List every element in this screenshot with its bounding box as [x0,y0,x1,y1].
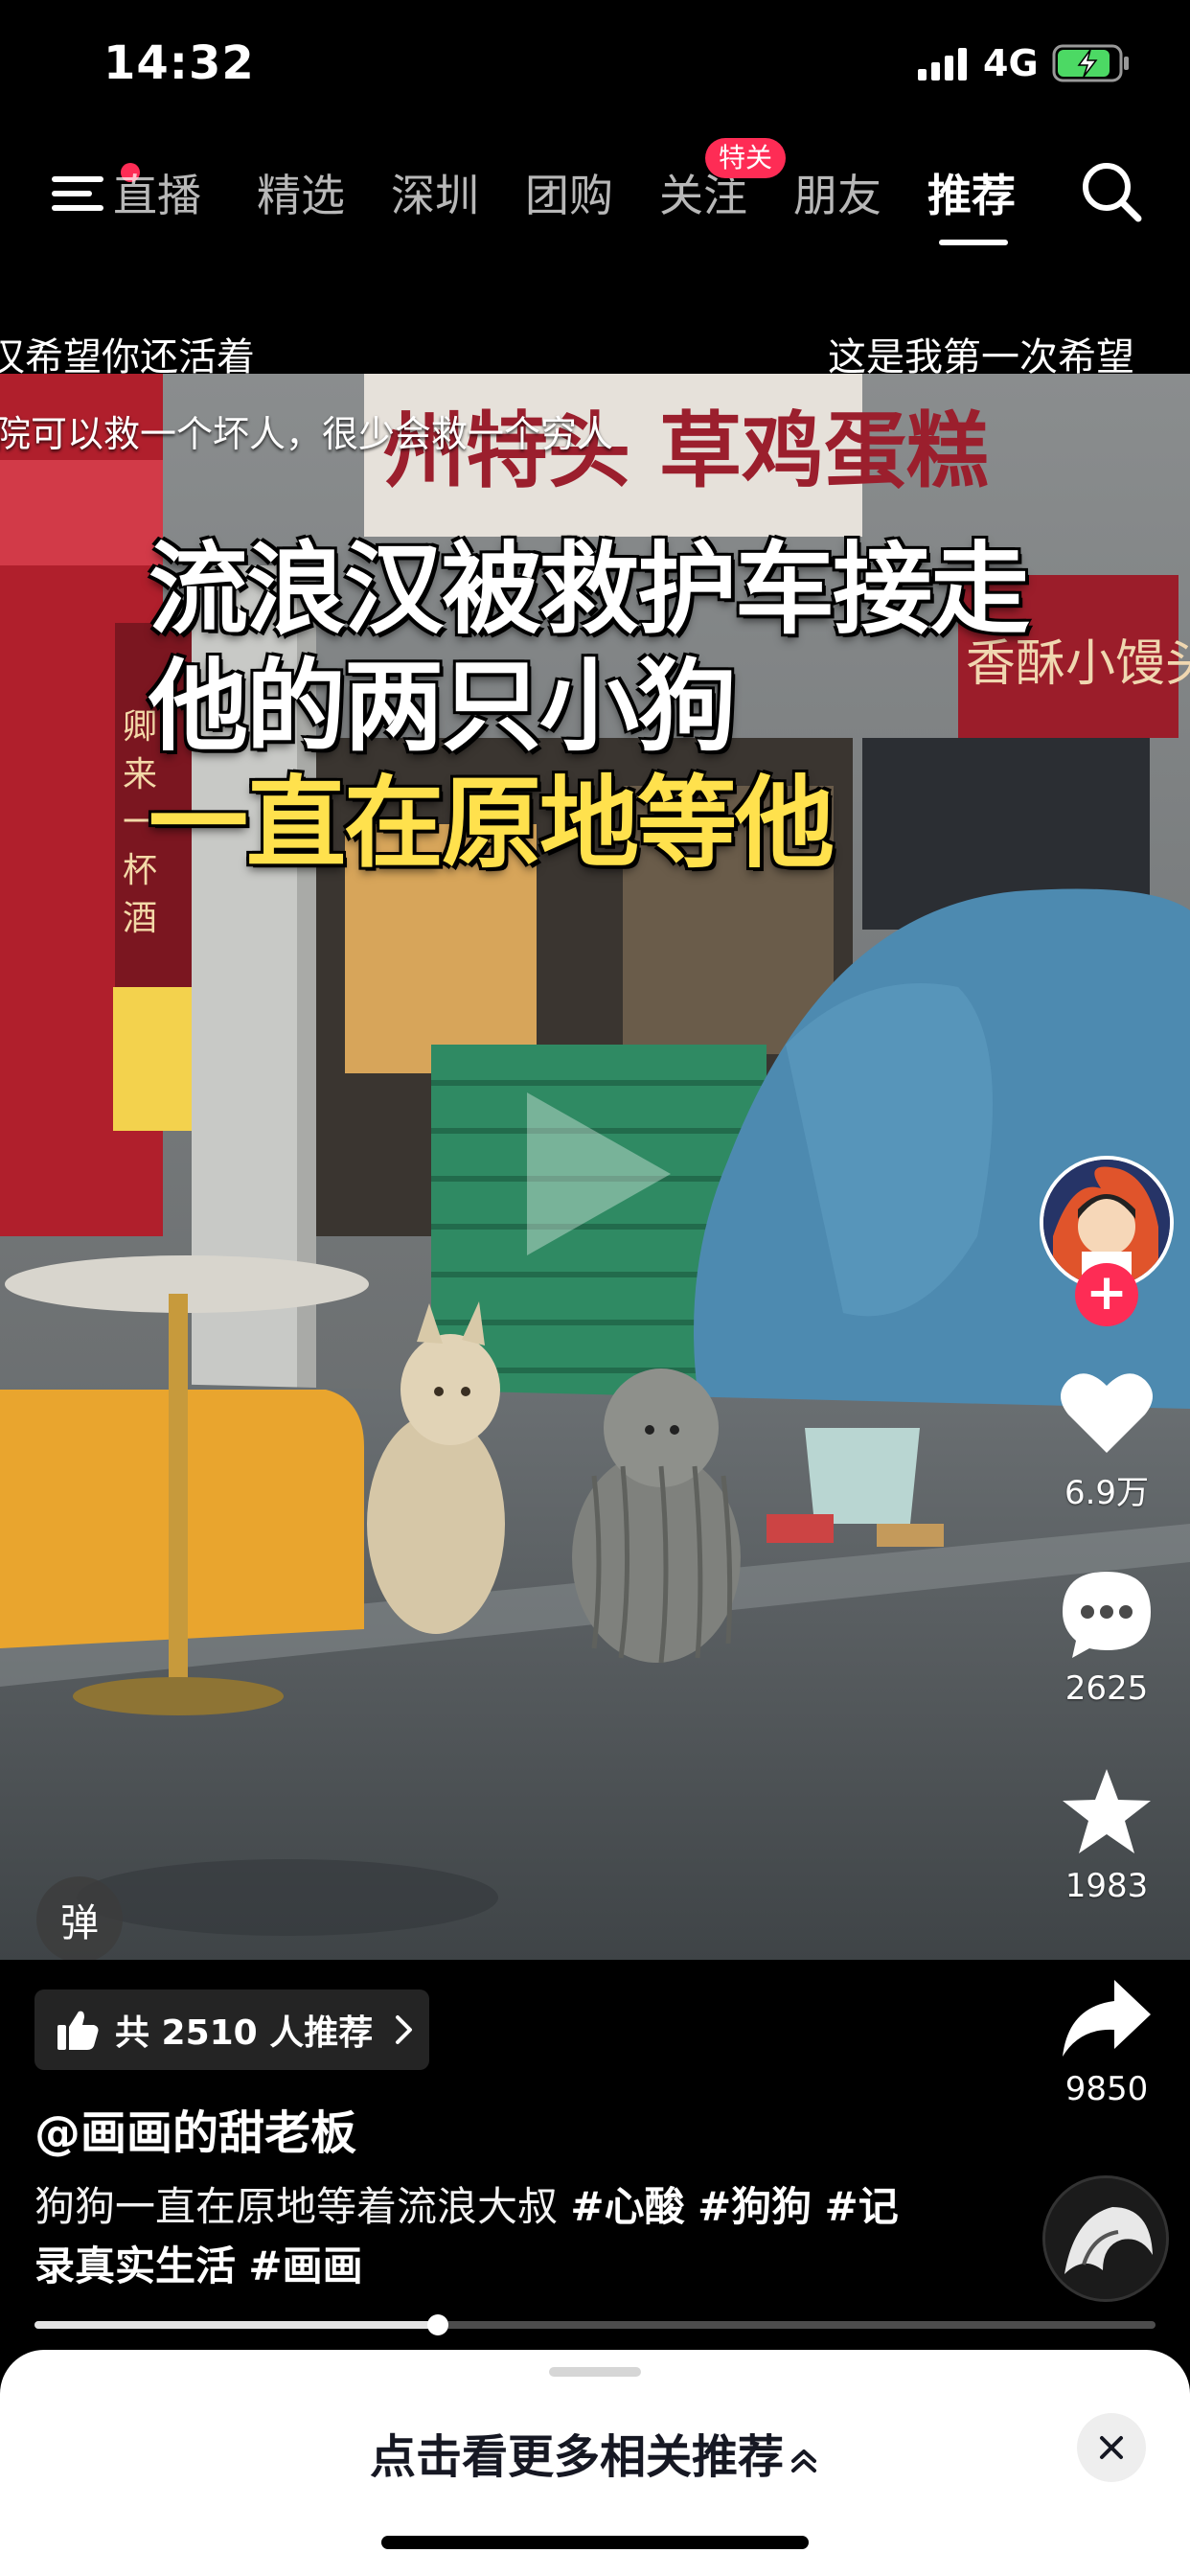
menu-icon [52,176,103,211]
favorite-count: 1983 [1064,1867,1149,1905]
search-icon [1083,163,1142,222]
svg-text:酒: 酒 [123,899,157,938]
comment-count: 2625 [1064,1669,1149,1708]
video-description: 狗狗一直在原地等着流浪大叔 #心酸 #狗狗 #记录真实生活 #画画 [34,2177,916,2296]
danmaku-toggle[interactable]: 弹 [36,1876,123,1960]
progress-bar[interactable] [34,2314,1156,2335]
comment-button[interactable]: 2625 [1035,1568,1179,1708]
share-count: 9850 [1064,2070,1149,2108]
signal-icon [918,48,967,80]
hashtag[interactable]: #心酸 [570,2183,684,2230]
description-text: 狗狗一直在原地等着流浪大叔 [34,2183,559,2230]
recommend-count-text: 共 2510 人推荐 [115,2013,374,2053]
share-arrow-icon [1063,1980,1151,2057]
like-count: 6.9万 [1064,1474,1150,1512]
comment-icon [1063,1572,1151,1658]
menu-button[interactable] [48,163,140,220]
progress-fill [34,2321,439,2329]
tab-live[interactable]: 直播 [113,161,201,224]
battery-charging-icon [1052,44,1129,82]
thumbs-up-icon [57,2011,99,2050]
tab-local[interactable]: 深圳 [391,161,479,224]
status-bar: 14:32 4G [0,0,1190,125]
progress-knob[interactable] [427,2314,449,2335]
network-label: 4G [983,42,1039,84]
related-recommend-text: 点击看更多相关推荐 [369,2430,784,2484]
hashtag[interactable]: #画画 [248,2242,362,2289]
close-sheet-button[interactable] [1077,2413,1146,2482]
double-chevron-up-icon [791,2450,816,2472]
star-icon [1063,1769,1151,1853]
sheet-handle[interactable] [549,2367,641,2377]
tab-featured[interactable]: 精选 [257,161,345,224]
tab-friends[interactable]: 朋友 [793,161,881,224]
tab-recommend[interactable]: 推荐 [927,161,1016,224]
status-time: 14:32 [103,36,255,90]
video-player[interactable]: 州特头 草鸡蛋糕 香酥小馒头 卿 来 一 杯 酒 [0,374,1190,1960]
music-disc[interactable] [1042,2175,1169,2302]
play-icon[interactable] [517,1083,680,1265]
heart-icon [1061,1373,1153,1453]
active-tab-indicator [939,240,1008,245]
following-badge: 特关 [705,138,787,178]
music-cover-image [1045,2178,1166,2299]
related-recommend-sheet[interactable]: 点击看更多相关推荐 [0,2350,1190,2576]
share-button[interactable]: 9850 [1035,1974,1179,2108]
hashtag[interactable]: #狗狗 [698,2183,812,2230]
close-icon [1100,2436,1123,2459]
search-button[interactable] [1077,157,1146,226]
chevron-right-icon [396,2015,413,2044]
like-button[interactable]: 6.9万 [1035,1368,1179,1513]
caption-line-3: 一直在原地等他 [149,765,835,882]
related-recommend-label[interactable]: 点击看更多相关推荐 [0,2419,1190,2486]
danmaku-comment: 院可以救一个坏人，很少会救一个穷人 [0,413,614,455]
recommend-pill[interactable]: 共 2510 人推荐 [34,1990,429,2070]
favorite-button[interactable]: 1983 [1035,1765,1179,1905]
follow-button[interactable]: + [1075,1263,1138,1326]
author-name[interactable]: @画画的甜老板 [34,2095,356,2162]
home-indicator[interactable] [381,2536,809,2549]
top-nav: 直播 精选 深圳 团购 关注 特关 朋友 推荐 [0,138,1190,249]
tab-group-buy[interactable]: 团购 [525,161,613,224]
